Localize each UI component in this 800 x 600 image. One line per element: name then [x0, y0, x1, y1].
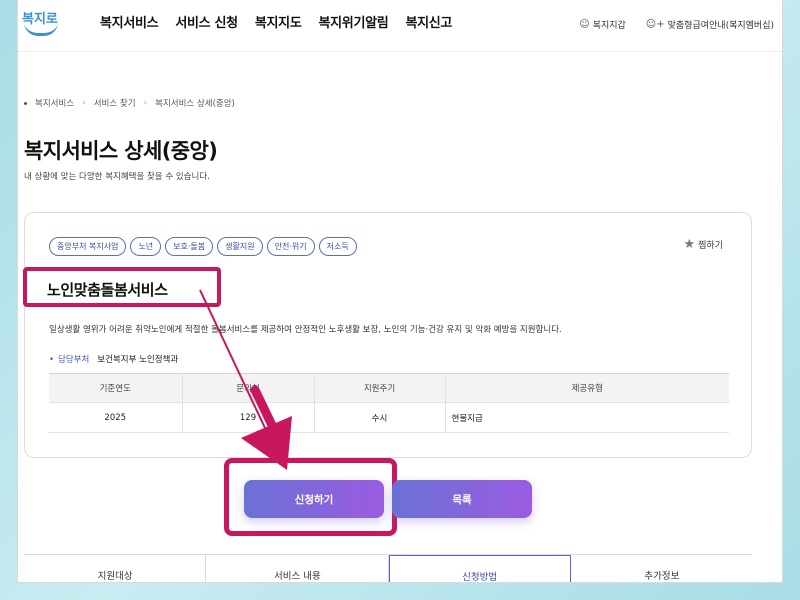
table-row: 2025 129 수시 현물지급: [49, 402, 729, 433]
chevron-right-icon: ›: [82, 98, 86, 108]
department-value: 보건복지부 노인정책과: [97, 355, 179, 365]
user-plus-icon: ☺+: [645, 19, 665, 30]
favorite-button[interactable]: ★ 찜하기: [684, 237, 724, 252]
tab-eligibility[interactable]: 지원대상: [24, 555, 207, 582]
service-name: 노인맞춤돌봄서비스: [47, 281, 168, 299]
tag-chip[interactable]: 노년: [130, 237, 162, 256]
service-info-table: 기준연도 문의처 지원주기 제공유형 2025 129 수시 현물지급: [49, 373, 729, 433]
util-wallet-label: 복지지갑: [592, 21, 626, 31]
tag-chip[interactable]: 저소득: [318, 237, 357, 256]
tag-chip[interactable]: 안전·위기: [266, 237, 315, 256]
util-wallet[interactable]: ☺ 복지지갑: [579, 18, 626, 31]
nav-item-report[interactable]: 복지신고: [405, 12, 452, 31]
service-name-highlight: 노인맞춤돌봄서비스: [23, 267, 221, 307]
breadcrumb-item[interactable]: 서비스 찾기: [94, 97, 136, 109]
department-label: 담당부처: [49, 353, 89, 365]
tag-chip[interactable]: 보호·돌봄: [165, 237, 214, 256]
table-cell: 129: [182, 402, 315, 433]
table-header: 제공유형: [445, 373, 729, 403]
nav-item-service-apply[interactable]: 서비스 신청: [175, 12, 238, 31]
page-title: 복지서비스 상세(중앙): [24, 139, 218, 163]
browser-page: 복지로 복지서비스 서비스 신청 복지지도 복지위기알림 복지신고 ☺ 복지지갑…: [18, 0, 782, 582]
tag-chip[interactable]: 생활지원: [217, 237, 263, 256]
breadcrumb: 복지서비스 › 서비스 찾기 › 복지서비스 상세(중앙): [24, 97, 235, 109]
table-header: 기준연도: [49, 373, 183, 403]
site-header: 복지로 복지서비스 서비스 신청 복지지도 복지위기알림 복지신고 ☺ 복지지갑…: [18, 0, 782, 52]
nav-item-welfare-service[interactable]: 복지서비스: [100, 12, 159, 31]
favorite-label: 찜하기: [698, 241, 723, 251]
home-dot-icon: [24, 101, 27, 105]
nav-item-welfare-map[interactable]: 복지지도: [255, 12, 302, 31]
breadcrumb-item-current: 복지서비스 상세(중앙): [155, 99, 235, 109]
table-cell: 2025: [49, 402, 183, 433]
table-header: 지원주기: [314, 373, 446, 403]
tag-chip[interactable]: 중앙부처 복지사업: [49, 237, 127, 256]
service-tags: 중앙부처 복지사업 노년 보호·돌봄 생활지원 안전·위기 저소득: [49, 237, 357, 256]
user-icon: ☺: [579, 19, 590, 30]
tab-service-content[interactable]: 서비스 내용: [206, 555, 389, 582]
table-cell: 수시: [314, 402, 446, 433]
table-header: 문의처: [182, 373, 315, 403]
department-row: 담당부처 보건복지부 노인정책과: [49, 353, 178, 365]
table-cell: 현물지급: [445, 402, 729, 433]
service-summary: 일상생활 영위가 어려운 취약노인에게 적절한 돌봄서비스를 제공하여 안정적인…: [49, 325, 562, 335]
logo[interactable]: 복지로: [20, 4, 62, 38]
nav-item-crisis-alert[interactable]: 복지위기알림: [318, 12, 388, 31]
logo-smile-icon: [24, 22, 58, 36]
apply-button[interactable]: 신청하기: [244, 480, 384, 518]
star-icon: ★: [683, 237, 696, 252]
chevron-right-icon: ›: [143, 98, 148, 108]
detail-tabs: 지원대상 서비스 내용 신청방법 추가정보: [24, 554, 752, 582]
utility-menu: ☺ 복지지갑 ☺+ 맞춤형급여안내(복지멤버십): [579, 18, 774, 31]
tab-additional-info[interactable]: 추가정보: [570, 555, 752, 582]
tab-how-to-apply[interactable]: 신청방법: [388, 555, 571, 582]
main-nav: 복지서비스 서비스 신청 복지지도 복지위기알림 복지신고: [100, 12, 452, 31]
util-membership[interactable]: ☺+ 맞춤형급여안내(복지멤버십): [646, 18, 774, 31]
list-button[interactable]: 목록: [392, 480, 532, 518]
util-membership-label: 맞춤형급여안내(복지멤버십): [667, 21, 774, 31]
breadcrumb-item[interactable]: 복지서비스: [35, 97, 74, 109]
service-card: 중앙부처 복지사업 노년 보호·돌봄 생활지원 안전·위기 저소득 ★ 찜하기 …: [23, 212, 752, 458]
page-description: 내 상황에 맞는 다양한 복지혜택을 찾을 수 있습니다.: [24, 172, 210, 182]
